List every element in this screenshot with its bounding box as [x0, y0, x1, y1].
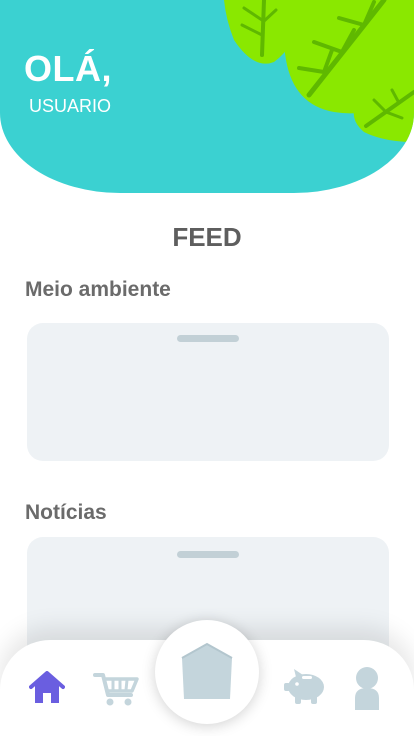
section-title-noticias: Notícias [25, 501, 107, 524]
leaves-decoration [224, 0, 414, 142]
username-text: USUARIO [29, 96, 112, 116]
feed-card-meio-ambiente[interactable] [27, 323, 389, 461]
section-title-meio-ambiente: Meio ambiente [25, 278, 171, 301]
shopping-cart-icon[interactable] [93, 671, 139, 707]
center-home-button[interactable] [155, 620, 259, 724]
drag-handle[interactable] [177, 551, 239, 558]
greeting-text: OLÁ, [24, 48, 112, 89]
drag-handle[interactable] [177, 335, 239, 342]
piggy-bank-icon[interactable] [282, 668, 328, 706]
home-icon[interactable] [29, 671, 65, 705]
home-center-icon [181, 642, 233, 699]
feed-title: FEED [172, 222, 242, 252]
profile-icon[interactable] [352, 666, 382, 710]
header: OLÁ, USUARIO [0, 0, 414, 193]
